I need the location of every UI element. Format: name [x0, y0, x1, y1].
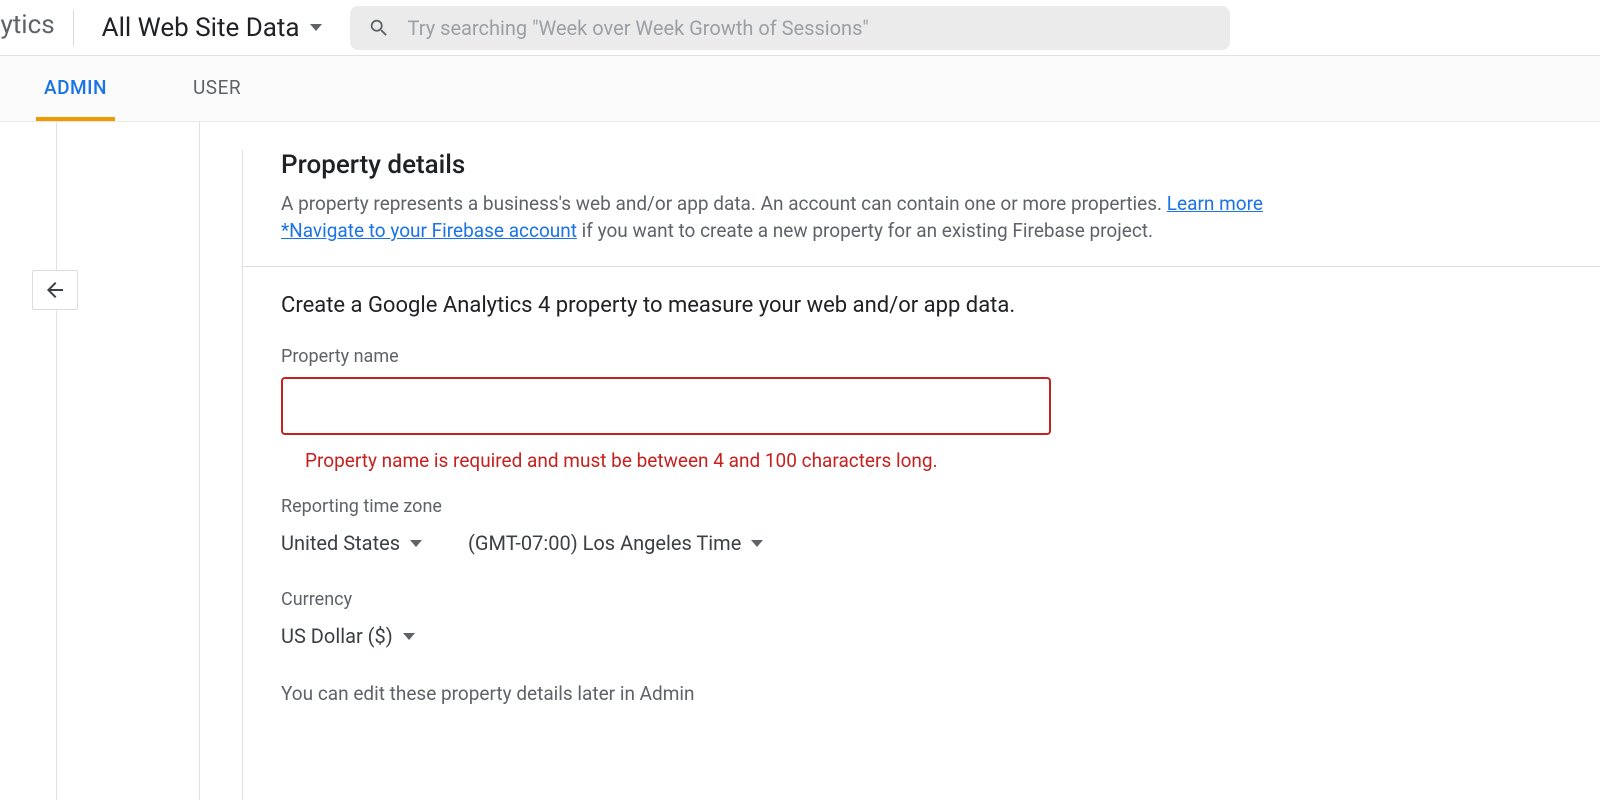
workspace: Property details A property represents a… — [0, 122, 1600, 800]
caret-down-icon — [410, 540, 422, 547]
caret-down-icon — [403, 633, 415, 640]
section-description: A property represents a business's web a… — [281, 190, 1441, 244]
search-input[interactable]: Try searching "Week over Week Growth of … — [350, 6, 1230, 50]
divider — [243, 266, 1600, 267]
tab-admin[interactable]: ADMIN — [36, 58, 115, 121]
desc-text-1: A property represents a business's web a… — [281, 192, 1167, 215]
timezone-country-dropdown[interactable]: United States — [281, 531, 422, 555]
view-selector-label: All Web Site Data — [102, 13, 300, 43]
create-property-heading: Create a Google Analytics 4 property to … — [281, 293, 1600, 318]
timezone-row: United States (GMT-07:00) Los Angeles Ti… — [281, 531, 1600, 555]
currency-dropdown[interactable]: US Dollar ($) — [281, 624, 415, 648]
property-name-error: Property name is required and must be be… — [305, 449, 1600, 472]
edit-later-hint: You can edit these property details late… — [281, 682, 1600, 705]
view-selector[interactable]: All Web Site Data — [74, 13, 350, 43]
product-name-fragment: alytics — [0, 10, 74, 46]
property-name-input[interactable] — [281, 377, 1051, 435]
caret-down-icon — [751, 540, 763, 547]
learn-more-link[interactable]: Learn more — [1167, 192, 1263, 215]
top-bar: alytics All Web Site Data Try searching … — [0, 0, 1600, 56]
section-title: Property details — [281, 150, 1600, 180]
timezone-label: Reporting time zone — [281, 496, 1600, 517]
vertical-divider — [56, 122, 57, 800]
currency-value: US Dollar ($) — [281, 624, 393, 648]
timezone-value-dropdown[interactable]: (GMT-07:00) Los Angeles Time — [468, 531, 763, 555]
caret-down-icon — [310, 24, 322, 31]
arrow-left-icon — [43, 278, 67, 302]
search-icon — [368, 17, 390, 39]
firebase-account-link[interactable]: *Navigate to your Firebase account — [281, 219, 577, 242]
timezone-country-value: United States — [281, 531, 400, 555]
desc-text-2: if you want to create a new property for… — [577, 219, 1153, 242]
property-name-label: Property name — [281, 346, 1600, 367]
left-column — [0, 122, 200, 800]
currency-label: Currency — [281, 589, 1600, 610]
tab-bar: ADMIN USER — [0, 56, 1600, 122]
timezone-value: (GMT-07:00) Los Angeles Time — [468, 531, 741, 555]
search-placeholder: Try searching "Week over Week Growth of … — [408, 16, 869, 40]
currency-row: US Dollar ($) — [281, 624, 1600, 648]
tab-user[interactable]: USER — [185, 58, 249, 121]
back-button[interactable] — [32, 270, 78, 310]
form-area: Property details A property represents a… — [200, 122, 1600, 800]
